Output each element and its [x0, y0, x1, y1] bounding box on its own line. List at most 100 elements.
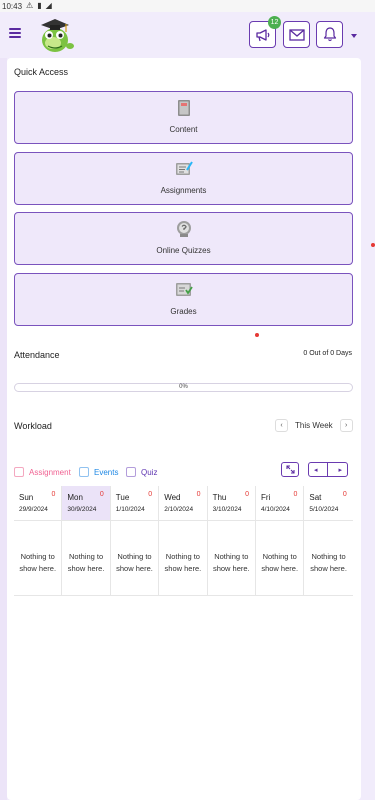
day-date: 1/10/2024 — [115, 506, 145, 513]
no-signal-icon: ◢ — [45, 1, 52, 10]
legend-quiz[interactable]: Quiz — [126, 466, 157, 478]
announcements-count-badge: 12 — [268, 16, 281, 29]
empty-message: Nothing to show here. — [19, 552, 57, 573]
side-strip — [0, 58, 7, 800]
empty-message: Nothing to show here. — [164, 552, 202, 573]
book-icon — [177, 100, 190, 116]
day-header: Fri 0 4/10/2024 — [256, 486, 304, 521]
empty-message: Nothing to show here. — [212, 552, 250, 573]
status-time: 10:43 — [2, 1, 23, 11]
day-count: 0 — [51, 491, 56, 498]
day-header: Thu 0 3/10/2024 — [207, 486, 255, 521]
assignments-tile[interactable]: Assignments — [14, 152, 353, 205]
day-column-sun[interactable]: Sun 0 29/9/2024 Nothing to show here. — [14, 486, 63, 596]
app-header: 12 — [0, 12, 375, 58]
day-count: 0 — [99, 491, 104, 498]
next-week-button[interactable]: › — [339, 419, 353, 432]
day-count: 0 — [148, 491, 153, 498]
empty-message: Nothing to show here. — [116, 552, 153, 573]
day-name: Tue — [115, 493, 130, 502]
events-checkbox[interactable] — [79, 467, 89, 477]
expand-button[interactable] — [281, 462, 299, 477]
dropdown-caret-icon[interactable] — [351, 34, 357, 38]
attendance-title: Attendance — [14, 350, 60, 360]
calendar-prev-button[interactable]: ◂ — [314, 466, 318, 474]
calendar-bottom-divider — [14, 595, 353, 596]
day-header: Mon 0 30/9/2024 — [62, 486, 110, 521]
day-name: Thu — [212, 493, 227, 502]
menu-icon[interactable] — [9, 28, 21, 38]
previous-week-button[interactable]: ‹ — [275, 419, 288, 432]
day-column-wed[interactable]: Wed 0 2/10/2024 Nothing to show here. — [159, 486, 208, 596]
day-column-tue[interactable]: Tue 0 1/10/2024 Nothing to show here. — [110, 486, 160, 596]
quiz-checkbox[interactable] — [126, 467, 136, 477]
workload-title: Workload — [14, 421, 52, 431]
notifications-button[interactable] — [316, 21, 343, 48]
day-column-sat[interactable]: Sat 0 5/10/2024 Nothing to show here. — [304, 486, 353, 596]
day-date: 5/10/2024 — [309, 506, 339, 513]
attendance-progress-bar: 0% — [14, 383, 353, 392]
quick-access-title: Quick Access — [14, 67, 69, 77]
assignment-checkbox[interactable] — [14, 467, 24, 477]
status-bar: 10:43 ⚠ ▮ ◢ — [0, 0, 375, 12]
day-count: 0 — [245, 491, 249, 498]
calendar-pager: ◂ ▸ — [308, 462, 348, 477]
day-header: Sun 0 29/9/2024 — [14, 486, 62, 521]
week-navigation: ‹ This Week › — [275, 418, 353, 433]
legend-assignment-label: Assignment — [29, 467, 71, 477]
week-label: This Week — [295, 421, 333, 430]
indicator-dot — [371, 243, 375, 247]
day-date: 2/10/2024 — [164, 506, 194, 513]
content-label: Content — [169, 125, 198, 134]
day-column-fri[interactable]: Fri 0 4/10/2024 Nothing to show here. — [256, 486, 305, 596]
calendar-next-button[interactable]: ▸ — [338, 466, 342, 474]
expand-icon — [285, 465, 295, 474]
empty-message: Nothing to show here. — [261, 552, 299, 573]
day-date: 30/9/2024 — [67, 506, 97, 513]
pager-divider — [327, 463, 329, 476]
right-margin — [361, 58, 375, 800]
bell-icon — [323, 27, 336, 42]
day-count: 0 — [196, 491, 201, 498]
assignments-label: Assignments — [160, 186, 207, 195]
warning-icon: ⚠ — [26, 1, 34, 10]
empty-message: Nothing to show here. — [67, 552, 105, 573]
messages-button[interactable] — [283, 21, 310, 48]
day-header: Tue 0 1/10/2024 — [110, 486, 159, 521]
day-name: Wed — [164, 493, 181, 502]
day-name: Fri — [261, 493, 271, 502]
megaphone-icon — [255, 28, 269, 41]
day-date: 3/10/2024 — [212, 506, 242, 513]
grades-tile[interactable]: Grades — [14, 273, 353, 326]
legend-events[interactable]: Events — [79, 466, 118, 478]
online-quizzes-tile[interactable]: Online Quizzes — [14, 212, 353, 265]
day-date: 29/9/2024 — [19, 506, 48, 513]
assignment-icon — [175, 161, 193, 175]
indicator-dot — [255, 333, 259, 337]
day-column-mon[interactable]: Mon 0 30/9/2024 Nothing to show here. — [62, 486, 111, 596]
announcements-button[interactable]: 12 — [249, 16, 281, 48]
day-header: Sat 0 5/10/2024 — [304, 486, 353, 521]
legend-events-label: Events — [94, 467, 119, 477]
online-quizzes-label: Online Quizzes — [156, 246, 211, 255]
grades-icon — [175, 283, 193, 296]
attendance-value: 0 Out of 0 Days — [303, 350, 352, 357]
grades-label: Grades — [170, 307, 197, 316]
day-name: Sat — [309, 493, 322, 502]
sim-icon: ▮ — [37, 1, 42, 10]
empty-message: Nothing to show here. — [310, 552, 347, 573]
day-name: Mon — [67, 493, 83, 502]
day-header: Wed 0 2/10/2024 — [159, 486, 207, 521]
legend-assignment[interactable]: Assignment — [14, 466, 71, 478]
day-date: 4/10/2024 — [261, 506, 290, 513]
quiz-icon — [176, 221, 191, 237]
day-column-thu[interactable]: Thu 0 3/10/2024 Nothing to show here. — [207, 486, 256, 596]
day-name: Sun — [19, 493, 34, 502]
day-count: 0 — [342, 491, 347, 498]
mail-icon — [288, 28, 305, 41]
content-tile[interactable]: Content — [14, 91, 353, 144]
attendance-percent: 0% — [179, 384, 188, 390]
legend-quiz-label: Quiz — [141, 467, 158, 477]
weekly-calendar: Sun 0 29/9/2024 Nothing to show here. Mo… — [14, 486, 353, 596]
dinosaur-graduate-logo — [41, 19, 74, 52]
